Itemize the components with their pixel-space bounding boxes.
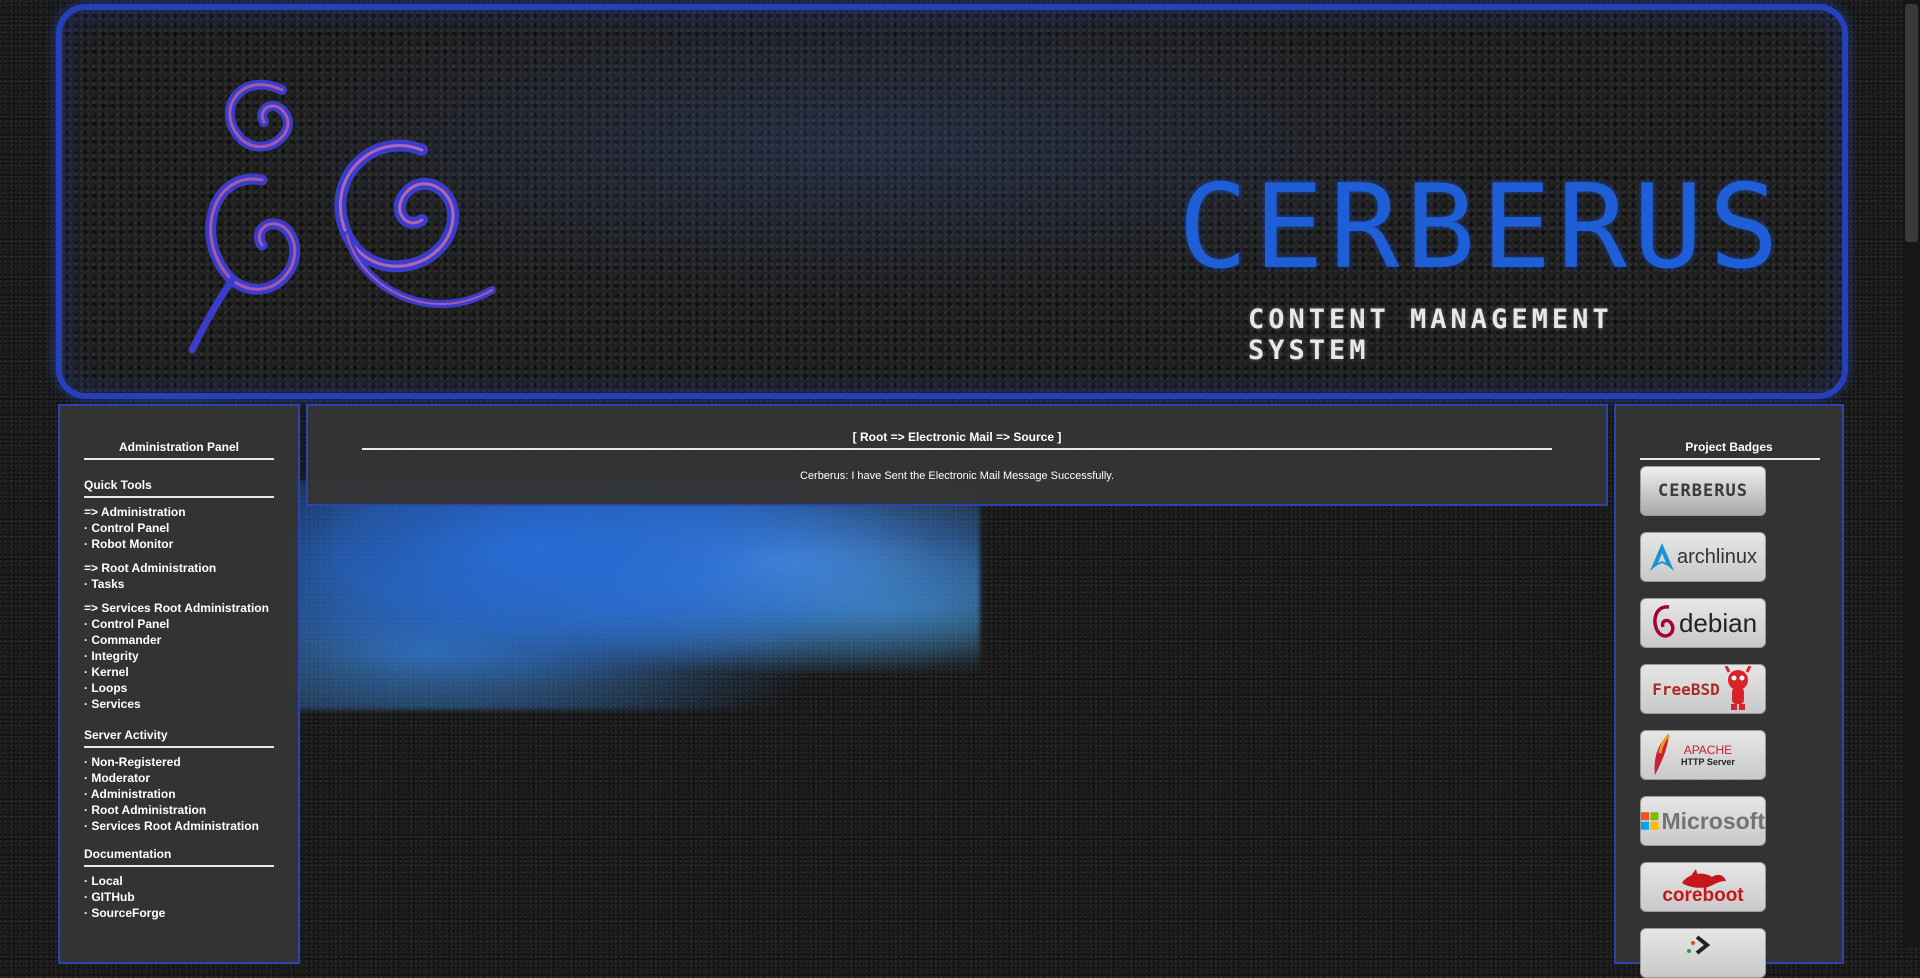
microsoft-logo-icon	[1641, 812, 1659, 830]
badge-label: APACHE	[1683, 743, 1733, 757]
background-splash	[290, 480, 980, 710]
quick-tools-list: => Administration · Control Panel · Robo…	[84, 504, 269, 712]
doc-github[interactable]: · GITHub	[84, 889, 165, 905]
doc-sourceforge[interactable]: · SourceForge	[84, 905, 165, 921]
section-rule	[84, 865, 274, 867]
badge-sublabel: HTTP Server	[1681, 757, 1735, 767]
activity-non-registered[interactable]: · Non-Registered	[84, 754, 259, 770]
administration-panel: Administration Panel Quick Tools => Admi…	[58, 404, 300, 964]
coreboot-badge[interactable]: coreboot	[1640, 862, 1766, 912]
doc-local[interactable]: · Local	[84, 873, 165, 889]
activity-moderator[interactable]: · Moderator	[84, 770, 259, 786]
content-panel: [ Root => Electronic Mail => Source ] Ce…	[306, 404, 1608, 506]
activity-root-administration[interactable]: · Root Administration	[84, 802, 259, 818]
breadcrumb-rule	[362, 448, 1552, 450]
nav-root-administration[interactable]: => Root Administration	[84, 560, 269, 576]
documentation-title: Documentation	[84, 847, 172, 861]
activity-administration[interactable]: · Administration	[84, 786, 259, 802]
server-activity-list: · Non-Registered · Moderator · Administr…	[84, 754, 259, 834]
panel-heading: Administration Panel	[118, 440, 240, 454]
partial-badge[interactable]	[1640, 928, 1766, 978]
breadcrumb: [ Root => Electronic Mail => Source ]	[852, 430, 1062, 444]
apache-badge[interactable]: APACHE HTTP Server	[1640, 730, 1766, 780]
apache-labels: APACHE HTTP Server	[1681, 743, 1735, 767]
banner-title: CERBERUS	[1178, 160, 1785, 295]
freebsd-daemon-icon	[1724, 666, 1752, 710]
status-message: Cerberus: I have Sent the Electronic Mai…	[799, 470, 1115, 482]
nav-tasks[interactable]: · Tasks	[84, 576, 269, 592]
documentation-list: · Local · GITHub · SourceForge	[84, 873, 165, 921]
nav-loops[interactable]: · Loops	[84, 680, 269, 696]
panel-heading: Project Badges	[1685, 440, 1773, 454]
nav-integrity[interactable]: · Integrity	[84, 648, 269, 664]
section-rule	[84, 746, 274, 748]
microsoft-badge[interactable]: Microsoft	[1640, 796, 1766, 846]
chevron-icon	[1687, 935, 1711, 955]
section-rule	[84, 496, 274, 498]
heading-rule	[84, 458, 274, 460]
server-activity-title: Server Activity	[84, 728, 168, 742]
project-badges-panel: Project Badges CERBERUS archlinux debian…	[1614, 404, 1844, 978]
nav-control-panel[interactable]: · Control Panel	[84, 520, 269, 536]
scrollbar[interactable]	[1903, 0, 1920, 947]
debian-swirl-icon	[1653, 605, 1675, 638]
freebsd-badge[interactable]: FreeBSD	[1640, 664, 1766, 714]
nav-services-root-administration[interactable]: => Services Root Administration	[84, 600, 269, 616]
heading-rule	[1640, 458, 1820, 460]
badge-label: Microsoft	[1661, 807, 1766, 834]
header-banner: CERBERUS CONTENT MANAGEMENT SYSTEM	[56, 4, 1848, 399]
badge-label: debian	[1678, 607, 1758, 638]
debian-swirl-logo	[188, 79, 496, 354]
badge-label: coreboot	[1662, 885, 1744, 906]
apache-feather-icon	[1654, 733, 1671, 775]
nav-services[interactable]: · Services	[84, 696, 269, 712]
debian-badge[interactable]: debian	[1640, 598, 1766, 648]
activity-services-root-administration[interactable]: · Services Root Administration	[84, 818, 259, 834]
archlinux-badge[interactable]: archlinux	[1640, 532, 1766, 582]
nav-commander[interactable]: · Commander	[84, 632, 269, 648]
nav-services-control-panel[interactable]: · Control Panel	[84, 616, 269, 632]
banner-subtitle: CONTENT MANAGEMENT SYSTEM	[1248, 304, 1613, 366]
nav-kernel[interactable]: · Kernel	[84, 664, 269, 680]
badge-label: archlinux	[1676, 545, 1758, 568]
badge-label: FreeBSD	[1652, 679, 1720, 699]
archlinux-icon	[1649, 543, 1674, 571]
badge-label: CERBERUS	[1658, 481, 1748, 501]
nav-robot-monitor[interactable]: · Robot Monitor	[84, 536, 269, 552]
quick-tools-title: Quick Tools	[84, 478, 152, 492]
scrollbar-thumb[interactable]	[1905, 4, 1918, 242]
nav-administration[interactable]: => Administration	[84, 504, 269, 520]
cerberus-badge[interactable]: CERBERUS	[1640, 466, 1766, 516]
